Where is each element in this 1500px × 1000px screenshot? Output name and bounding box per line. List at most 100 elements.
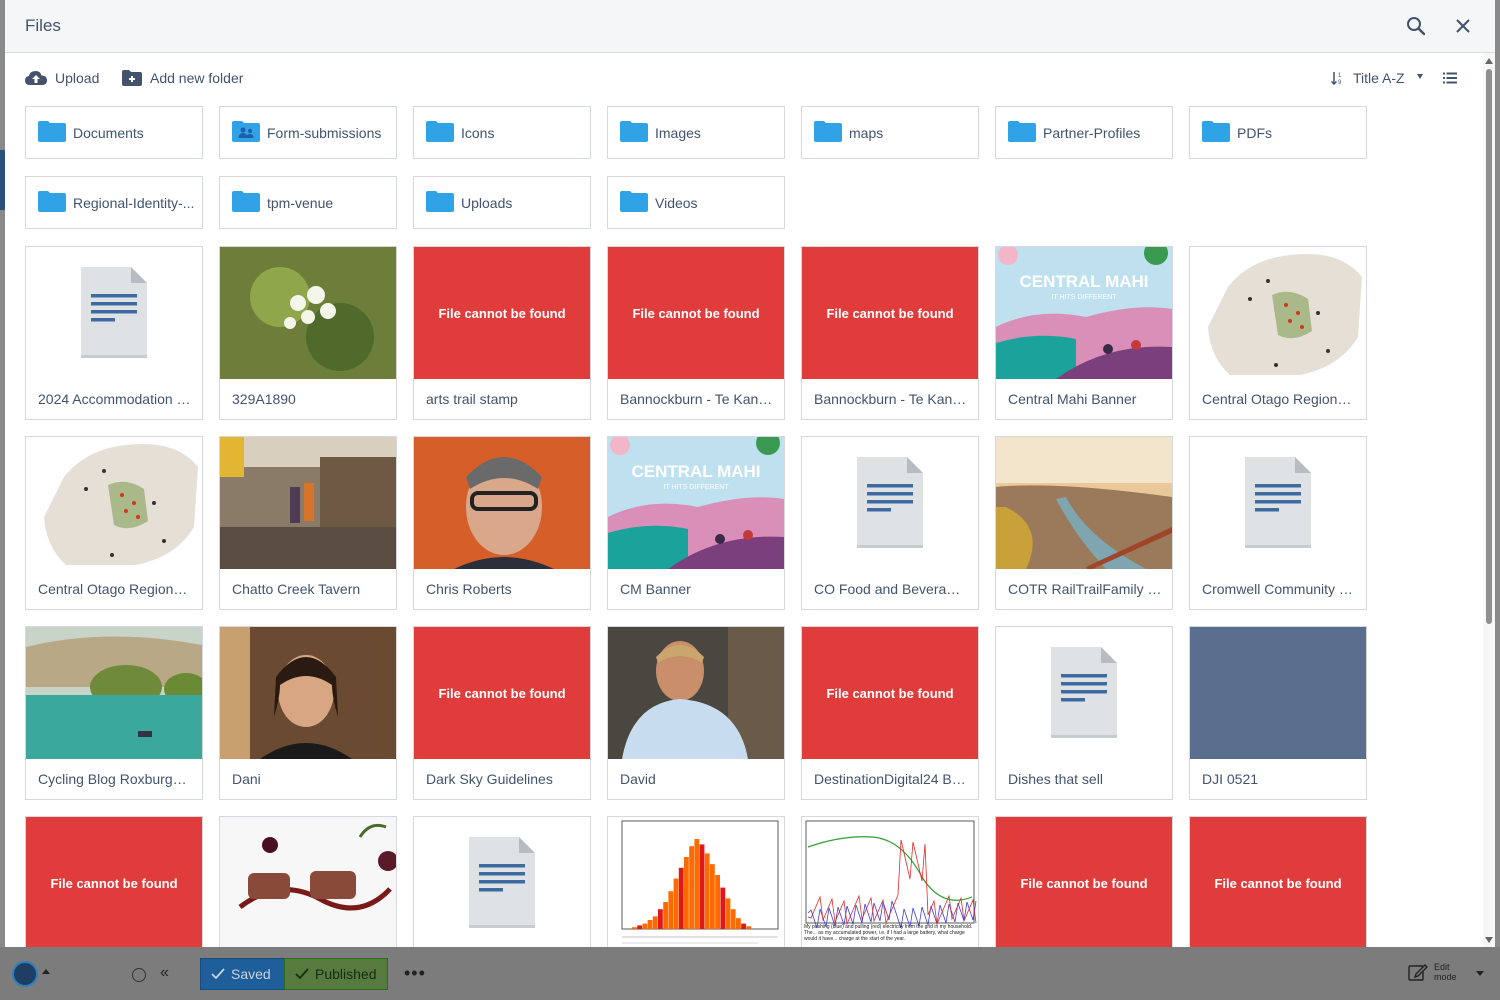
scrollbar[interactable] (1483, 53, 1495, 947)
file-card[interactable]: 329A1890 (219, 246, 397, 420)
file-name: Bannockburn - Te Kano... (620, 391, 774, 407)
file-card[interactable]: File cannot be found (995, 816, 1173, 947)
published-button[interactable]: Published (284, 958, 388, 990)
document-icon (802, 437, 978, 569)
svg-text:CENTRAL MAHI: CENTRAL MAHI (1019, 272, 1148, 291)
folder-item[interactable]: Icons (413, 106, 591, 159)
banner-thumbnail: CENTRAL MAHI IT HITS DIFFERENT (608, 437, 784, 569)
modal-header: Files (5, 0, 1495, 53)
file-card[interactable]: File cannot be found arts trail stamp (413, 246, 591, 420)
folder-name: Videos (655, 194, 698, 211)
file-card[interactable]: File cannot be found Dark Sky Guidelines (413, 626, 591, 800)
file-card[interactable]: File cannot be found (1189, 816, 1367, 947)
folder-item[interactable]: PDFs (1189, 106, 1367, 159)
file-card[interactable]: Cycling Blog Roxburgh ... (25, 626, 203, 800)
file-card[interactable]: 2024 Accommodation f... (25, 246, 203, 420)
image-placeholder (1190, 627, 1366, 759)
app-logo-icon[interactable] (12, 961, 38, 987)
folder-icon (38, 120, 66, 145)
file-card[interactable]: File cannot be found DestinationDigital24… (801, 626, 979, 800)
file-name: Dani (232, 771, 261, 787)
saved-button[interactable]: Saved (200, 958, 285, 990)
folder-icon (38, 190, 66, 215)
folder-item[interactable]: maps (801, 106, 979, 159)
add-folder-button[interactable]: Add new folder (122, 70, 243, 86)
folder-name: Uploads (461, 194, 513, 211)
photo-thumbnail (220, 627, 396, 759)
file-card[interactable]: My pushing (blue) and pulling (red) elec… (801, 816, 979, 947)
check-icon (295, 968, 309, 980)
file-card[interactable] (413, 816, 591, 947)
search-icon[interactable] (1404, 14, 1428, 38)
file-card[interactable]: DJI 0521 (1189, 626, 1367, 800)
scroll-down-arrow[interactable] (1485, 937, 1493, 943)
user-folder-icon (232, 120, 260, 145)
more-options-icon[interactable]: ••• (404, 963, 426, 984)
edit-mode-toggle[interactable]: Edit mode (1408, 962, 1484, 982)
map-thumbnail (1190, 247, 1366, 379)
missing-file-thumbnail: File cannot be found (802, 247, 978, 379)
file-name: arts trail stamp (426, 391, 518, 407)
photo-thumbnail (220, 437, 396, 569)
file-card[interactable]: Central Otago Regional... (1189, 246, 1367, 420)
file-card[interactable]: CENTRAL MAHI IT HITS DIFFERENT Central Mah… (995, 246, 1173, 420)
file-card[interactable]: Dani (219, 626, 397, 800)
missing-file-text: File cannot be found (632, 305, 760, 321)
file-name: Chris Roberts (426, 581, 512, 597)
file-card[interactable]: CENTRAL MAHI IT HITS DIFFERENT CM Banner (607, 436, 785, 610)
file-name: Dishes that sell (1008, 771, 1103, 787)
document-icon (414, 817, 590, 947)
folder-item[interactable]: Images (607, 106, 785, 159)
file-card[interactable] (607, 816, 785, 947)
document-icon (26, 247, 202, 379)
file-card[interactable]: CO Food and Beverage... (801, 436, 979, 610)
folder-item[interactable]: Partner-Profiles (995, 106, 1173, 159)
file-card[interactable]: Cromwell Community Pl... (1189, 436, 1367, 610)
folder-item[interactable]: Regional-Identity-... (25, 176, 203, 229)
file-card[interactable]: File cannot be found Bannockburn - Te Kan… (801, 246, 979, 420)
photo-thumbnail (26, 627, 202, 759)
close-icon[interactable] (1451, 14, 1475, 38)
folder-icon (1202, 120, 1230, 145)
folder-item[interactable]: Form-submissions (219, 106, 397, 159)
file-card[interactable]: Dishes that sell (995, 626, 1173, 800)
folder-item[interactable]: Uploads (413, 176, 591, 229)
upload-button[interactable]: Upload (25, 70, 99, 86)
status-circle-icon[interactable] (132, 968, 146, 982)
caret-up-icon[interactable] (42, 969, 50, 974)
file-card[interactable]: COTR RailTrailFamily 0... (995, 436, 1173, 610)
file-card[interactable]: Chris Roberts (413, 436, 591, 610)
missing-file-text: File cannot be found (438, 685, 566, 701)
file-card[interactable]: Central Otago Regional... (25, 436, 203, 610)
folder-item[interactable]: tpm-venue (219, 176, 397, 229)
caret-down-icon[interactable] (1476, 971, 1484, 976)
file-card[interactable]: David (607, 626, 785, 800)
scroll-thumb[interactable] (1486, 69, 1492, 624)
file-name: 2024 Accommodation f... (38, 391, 192, 407)
sort-label: Title A-Z (1353, 70, 1405, 86)
folder-item[interactable]: Documents (25, 106, 203, 159)
list-view-icon[interactable] (1443, 72, 1457, 84)
photo-thumbnail (414, 437, 590, 569)
file-name: Central Otago Regional... (38, 581, 192, 597)
collapse-icon[interactable]: « (160, 964, 169, 982)
file-card[interactable]: File cannot be found (25, 816, 203, 947)
svg-text:CENTRAL MAHI: CENTRAL MAHI (631, 462, 760, 481)
file-card[interactable]: File cannot be found Bannockburn - Te Kan… (607, 246, 785, 420)
folder-item[interactable]: Videos (607, 176, 785, 229)
banner-thumbnail: CENTRAL MAHI IT HITS DIFFERENT (996, 247, 1172, 379)
missing-file-thumbnail: File cannot be found (414, 247, 590, 379)
document-icon (1190, 437, 1366, 569)
file-name: David (620, 771, 656, 787)
file-name: Dark Sky Guidelines (426, 771, 553, 787)
scroll-up-arrow[interactable] (1485, 58, 1493, 64)
sort-dropdown[interactable]: 19 Title A-Z (1331, 70, 1423, 86)
cloud-upload-icon (25, 71, 47, 85)
file-name: COTR RailTrailFamily 0... (1008, 581, 1162, 597)
file-card[interactable]: Chatto Creek Tavern (219, 436, 397, 610)
file-card[interactable] (219, 816, 397, 947)
svg-text:9: 9 (1338, 80, 1342, 85)
add-folder-label: Add new folder (150, 70, 244, 86)
missing-file-text: File cannot be found (826, 305, 954, 321)
files-modal: Files Upload Add new folder 19 Title A-Z… (5, 0, 1495, 947)
